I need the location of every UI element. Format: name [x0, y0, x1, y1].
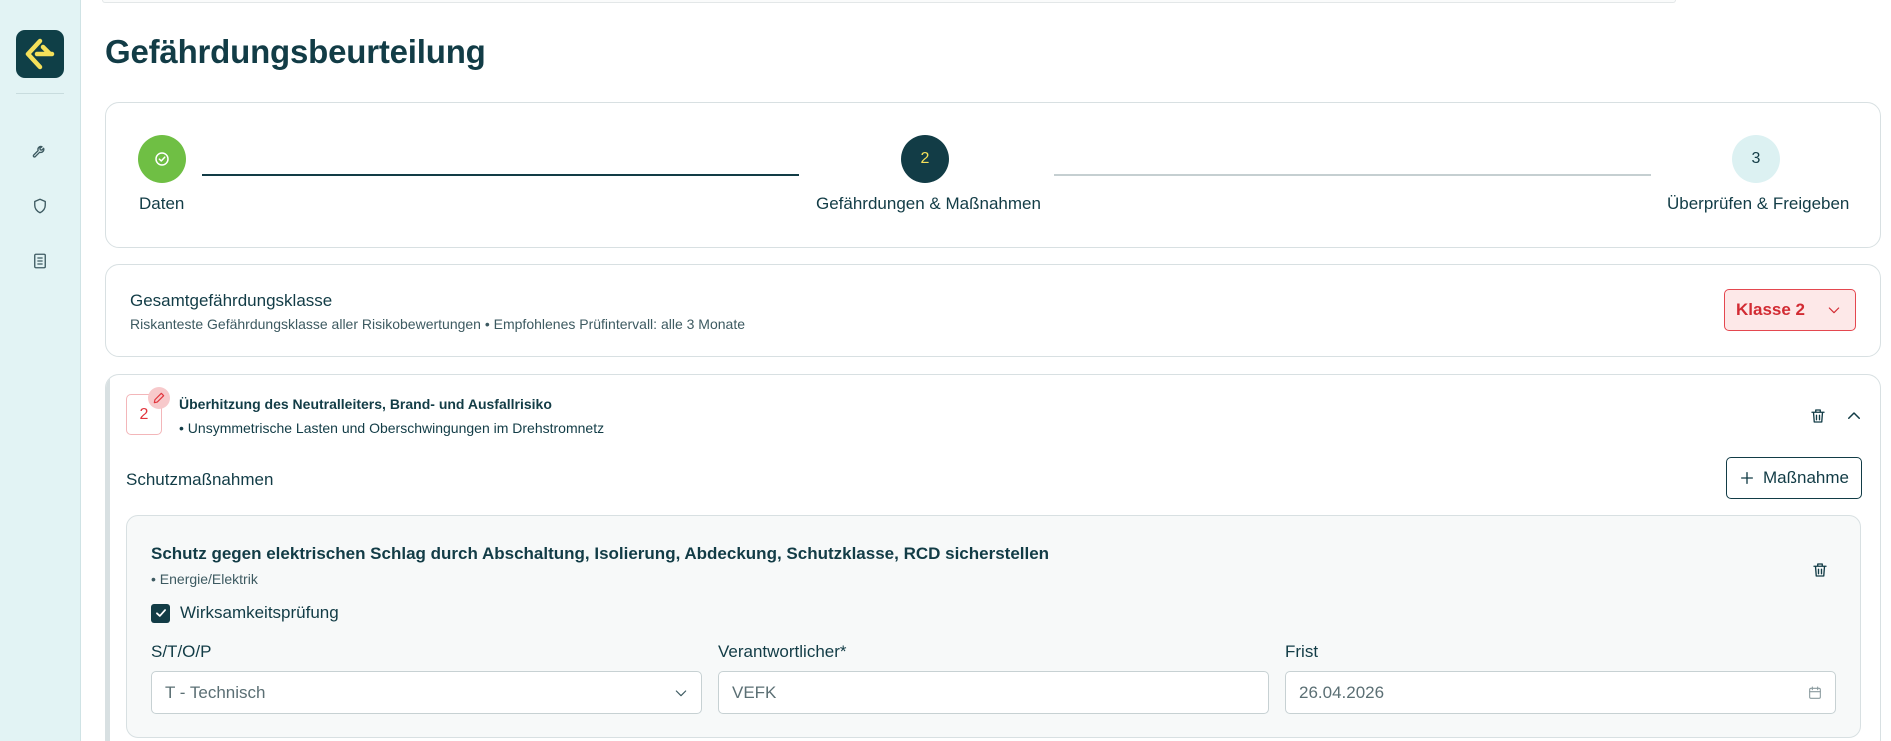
measures-section-label: Schutzmaßnahmen [126, 470, 274, 489]
delete-measure-button[interactable] [1807, 557, 1833, 583]
step-1-circle[interactable] [138, 135, 186, 183]
measure-category: • Energie/Elektrik [151, 571, 258, 587]
app-logo[interactable] [16, 30, 64, 78]
chevron-down-icon [1828, 307, 1840, 314]
sidebar-item-tools[interactable] [28, 139, 52, 163]
step-3-circle[interactable]: 3 [1732, 135, 1780, 183]
delete-hazard-button[interactable] [1805, 403, 1831, 429]
sidebar-item-safety[interactable] [28, 194, 52, 218]
overall-class-select[interactable]: Klasse 2 [1724, 289, 1856, 331]
measure-title: Schutz gegen elektrischen Schlag durch A… [151, 544, 1050, 563]
add-measure-label: Maßnahme [1763, 468, 1849, 487]
check-circle-icon [155, 152, 169, 166]
sidebar-divider [16, 93, 64, 94]
plus-icon [1741, 472, 1753, 484]
edit-hazard-button[interactable] [148, 387, 170, 409]
step-2-label: Gefährdungen & Maßnahmen [816, 194, 1041, 213]
pencil-icon [153, 392, 165, 404]
step-3-label: Überprüfen & Freigeben [1667, 194, 1850, 213]
wrench-icon [32, 145, 45, 158]
deadline-value: 26.04.2026 [1299, 682, 1385, 702]
hazard-card: 2 Überhitzung des Neutralleiters, Brand-… [105, 374, 1881, 741]
measure-card: Schutz gegen elektrischen Schlag durch A… [126, 515, 1861, 738]
logo-mark-icon [25, 38, 55, 70]
shield-icon [34, 198, 46, 214]
overall-class-title: Gesamtgefährdungsklasse [130, 291, 333, 310]
step-2-circle[interactable]: 2 [901, 135, 949, 183]
overall-class-subtitle: Riskanteste Gefährdungsklasse aller Risi… [130, 316, 746, 332]
step-connector-1 [202, 174, 799, 176]
trash-icon [1813, 563, 1827, 577]
collapse-hazard-button[interactable] [1841, 403, 1867, 429]
calendar-icon [1809, 686, 1821, 699]
step-1-label: Daten [139, 194, 185, 213]
stepper: Daten 2 Gefährdungen & Maßnahmen 3 Überp… [105, 102, 1881, 248]
trash-icon [1811, 409, 1825, 423]
effectiveness-check-label: Wirksamkeitsprüfung [180, 603, 339, 622]
sidebar [0, 0, 81, 741]
hazard-title: Überhitzung des Neutralleiters, Brand- u… [179, 396, 552, 412]
hazard-cause: • Unsymmetrische Lasten und Oberschwingu… [179, 420, 605, 436]
stop-label: S/T/O/P [151, 642, 212, 661]
overall-class-card: Gesamtgefährdungsklasse Riskanteste Gefä… [105, 264, 1881, 357]
add-measure-button[interactable]: Maßnahme [1726, 457, 1862, 499]
effectiveness-check-row: Wirksamkeitsprüfung [151, 603, 339, 623]
deadline-label: Frist [1285, 642, 1319, 661]
step-connector-2 [1054, 174, 1651, 176]
responsible-label: Verantwortlicher* [718, 642, 847, 661]
sidebar-item-documents[interactable] [28, 249, 52, 273]
document-icon [34, 253, 46, 269]
chevron-down-icon [675, 690, 687, 697]
overall-class-value: Klasse 2 [1736, 300, 1805, 319]
responsible-input[interactable]: VEFK [718, 671, 1269, 714]
deadline-input[interactable]: 26.04.2026 [1285, 671, 1836, 714]
stop-value: T - Technisch [165, 682, 266, 702]
chevron-up-icon [1848, 412, 1860, 419]
hazard-accent-bar [106, 375, 110, 741]
stop-select[interactable]: T - Technisch [151, 671, 702, 714]
responsible-value: VEFK [732, 682, 777, 702]
page-title: Gefährdungsbeurteilung [105, 33, 486, 70]
effectiveness-checkbox[interactable] [151, 603, 170, 623]
top-scroll-edge [102, 0, 1676, 3]
checkmark-icon [155, 609, 166, 617]
